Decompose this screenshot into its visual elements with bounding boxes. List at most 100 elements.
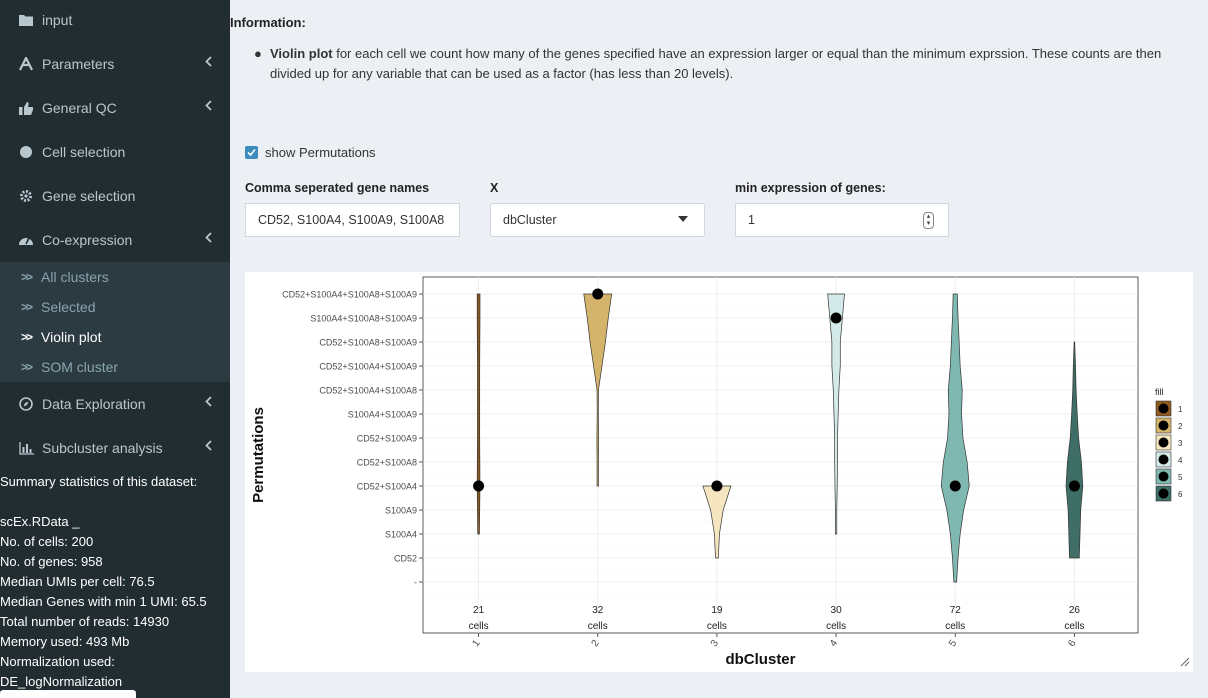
x-select-value: dbCluster <box>503 213 557 227</box>
count-unit-label: cells <box>826 621 846 632</box>
sidebar-item-general-qc[interactable]: General QC <box>0 86 230 130</box>
median-point-4 <box>830 312 842 324</box>
bullet-icon: ● <box>254 46 262 61</box>
sidebar-bottom-widget[interactable] <box>0 690 136 698</box>
summary-line: Normalization used: <box>0 654 115 669</box>
sidebar-item-label: Data Exploration <box>42 396 146 412</box>
chevron-left-icon <box>205 56 212 70</box>
x-tick-label: 3 <box>709 638 721 649</box>
show-permutations-checkbox[interactable] <box>245 146 258 159</box>
circle-icon <box>18 144 34 160</box>
count-unit-label: cells <box>945 621 965 632</box>
legend-label: 4 <box>1178 456 1183 465</box>
median-point-3 <box>711 480 723 492</box>
y-tick-label: CD52+S100A8 <box>357 458 417 468</box>
minexpr-input-value: 1 <box>748 213 755 227</box>
count-label: 21 <box>473 605 485 616</box>
sidebar-item-data-exploration[interactable]: Data Exploration <box>0 382 230 426</box>
sidebar-item-label: Gene selection <box>42 188 136 204</box>
sidebar: input Parameters General QC Cell selection G… <box>0 0 230 698</box>
count-unit-label: cells <box>1064 621 1084 632</box>
x-tick-label: 5 <box>947 638 959 649</box>
legend-label: 5 <box>1178 473 1183 482</box>
y-tick-label: S100A4 <box>385 530 417 540</box>
y-tick-label: CD52+S100A4 <box>357 482 417 492</box>
thumbs-up-icon <box>18 100 34 116</box>
sidebar-item-gene-selection[interactable]: Gene selection <box>0 174 230 218</box>
count-label: 30 <box>831 605 843 616</box>
summary-line: scEx.RData _ <box>0 514 80 529</box>
count-label: 19 <box>711 605 723 616</box>
summary-line: Memory used: 493 Mb <box>0 634 130 649</box>
chevron-left-icon <box>205 232 212 246</box>
x-tick-label: 4 <box>828 638 840 649</box>
x-axis-title: dbCluster <box>725 651 795 668</box>
resize-handle-icon <box>1180 657 1190 667</box>
x-select[interactable]: dbCluster <box>490 203 705 237</box>
summary-line: DE_logNormalization <box>0 674 123 689</box>
legend-label: 3 <box>1178 439 1183 448</box>
x-label: X <box>490 181 499 195</box>
submenu-item-all-clusters[interactable]: >> All clusters <box>0 262 230 292</box>
sidebar-item-label: Parameters <box>42 56 115 72</box>
caret-down-icon <box>678 216 688 222</box>
legend-key-point <box>1158 420 1169 431</box>
legend-label: 2 <box>1178 422 1183 431</box>
sidebar-item-label: Co-expression <box>42 232 133 248</box>
submenu-item-label: All clusters <box>41 269 109 285</box>
summary-title: Summary statistics of this dataset: <box>0 474 198 489</box>
summary-line: Median UMIs per cell: 76.5 <box>0 574 155 589</box>
y-axis-title: Permutations <box>250 407 267 503</box>
y-tick-label: S100A4+S100A8+S100A9 <box>310 314 417 324</box>
genes-label: Comma seperated gene names <box>245 181 430 195</box>
legend-label: 6 <box>1178 490 1183 499</box>
check-icon <box>247 148 256 157</box>
sidebar-item-subcluster-analysis[interactable]: Subcluster analysis <box>0 426 230 470</box>
sidebar-item-label: General QC <box>42 100 117 116</box>
y-tick-label: CD52+S100A8+S100A9 <box>319 338 417 348</box>
sidebar-item-co-expression[interactable]: Co-expression <box>0 218 230 262</box>
legend-key-point <box>1158 471 1169 482</box>
y-tick-label: CD52+S100A4+S100A8 <box>319 386 417 396</box>
double-chevron-right-icon: >> <box>21 270 33 284</box>
chevron-left-icon <box>205 396 212 410</box>
median-point-5 <box>949 480 961 492</box>
count-unit-label: cells <box>707 621 727 632</box>
minexpr-label: min expression of genes: <box>735 181 886 195</box>
bar-chart-icon <box>18 440 34 456</box>
submenu-item-selected[interactable]: >> Selected <box>0 292 230 322</box>
plot-area <box>422 276 1139 634</box>
double-chevron-right-icon: >> <box>21 300 33 314</box>
count-unit-label: cells <box>469 621 489 632</box>
legend-key-point <box>1158 488 1169 499</box>
sidebar-item-label: Cell selection <box>42 144 126 160</box>
dashboard-icon <box>18 232 34 248</box>
minexpr-input[interactable]: 1 ▴ ▾ <box>735 203 949 237</box>
cog-icon <box>18 188 34 204</box>
count-label: 26 <box>1069 605 1081 616</box>
info-text: Violin plot for each cell we count how m… <box>270 44 1180 84</box>
submenu-item-violin-plot[interactable]: >> Violin plot <box>0 322 230 352</box>
submenu-item-som-cluster[interactable]: >> SOM cluster <box>0 352 230 382</box>
submenu-item-label: Violin plot <box>41 329 102 345</box>
y-tick-label: CD52+S100A4+S100A9 <box>319 362 417 372</box>
legend-label: 1 <box>1178 405 1183 414</box>
info-body: for each cell we count how many of the g… <box>270 46 1162 81</box>
sidebar-item-parameters[interactable]: Parameters <box>0 42 230 86</box>
y-tick-label: - <box>414 578 417 588</box>
legend-title: fill <box>1155 387 1164 397</box>
sidebar-item-label: input <box>42 12 73 28</box>
double-chevron-right-icon: >> <box>21 330 33 344</box>
sidebar-item-input[interactable]: input <box>0 0 230 42</box>
sidebar-item-cell-selection[interactable]: Cell selection <box>0 130 230 174</box>
summary-line: No. of genes: 958 <box>0 554 103 569</box>
genes-input[interactable]: CD52, S100A4, S100A9, S100A8 <box>245 203 460 237</box>
spinner-icon[interactable]: ▴ ▾ <box>923 212 934 229</box>
summary-line: Median Genes with min 1 UMI: 65.5 <box>0 594 207 609</box>
compass-icon <box>18 396 34 412</box>
median-point-1 <box>473 480 485 492</box>
count-label: 32 <box>592 605 604 616</box>
violin-plot-panel: - CD52 S100A4 S100A9 CD52+S100A4 CD52+S100A8 C… <box>245 272 1193 672</box>
legend-key-point <box>1158 437 1169 448</box>
summary-statistics: Summary statistics of this dataset: scEx… <box>0 472 230 692</box>
